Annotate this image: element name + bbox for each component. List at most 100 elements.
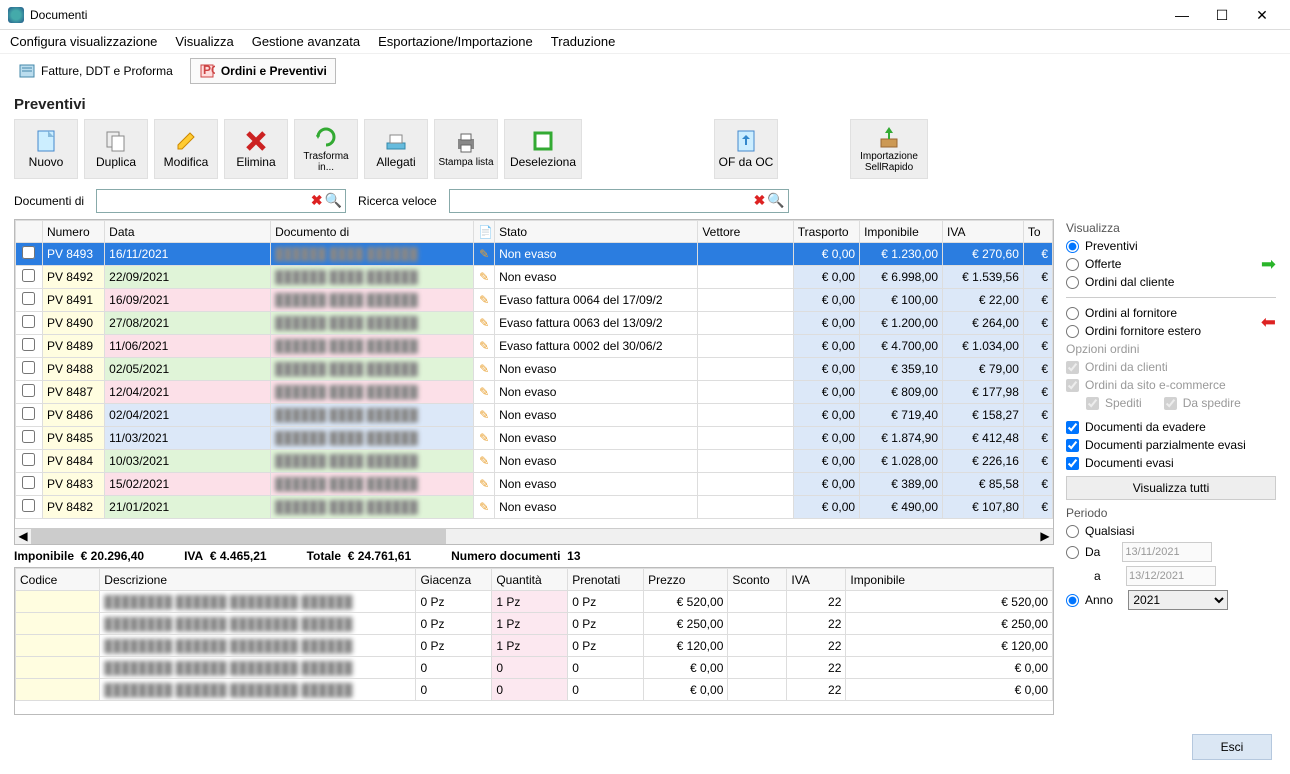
detail-row[interactable]: ████████ ██████ ████████ ██████000€ 0,00… [16,657,1053,679]
table-row[interactable]: PV 849027/08/2021██████ ████ ██████✎Evas… [16,312,1053,335]
allegati-button[interactable]: Allegati [364,119,428,179]
dcol-iva[interactable]: IVA [787,569,846,591]
col-data[interactable]: Data [105,221,271,243]
col-iva[interactable]: IVA [943,221,1024,243]
cell-edit[interactable]: ✎ [474,312,495,335]
search-doc-icon[interactable]: 🔍 [325,192,342,209]
trasforma-button[interactable]: Trasforma in... [294,119,358,179]
table-row[interactable]: PV 848712/04/2021██████ ████ ██████✎Non … [16,381,1053,404]
radio-ordini-cliente[interactable] [1066,276,1079,289]
ricerca-input[interactable] [449,189,789,213]
duplica-button[interactable]: Duplica [84,119,148,179]
detail-row[interactable]: ████████ ██████ ████████ ██████000€ 0,00… [16,679,1053,701]
chk-da-evadere[interactable] [1066,421,1079,434]
col-documento[interactable]: Documento di [271,221,474,243]
chk-evasi[interactable] [1066,457,1079,470]
row-checkbox[interactable] [22,269,35,282]
menu-gestione[interactable]: Gestione avanzata [252,34,360,49]
row-checkbox[interactable] [22,499,35,512]
sellrapido-button[interactable]: Importazione SellRapido [850,119,928,179]
radio-offerte[interactable] [1066,258,1079,271]
col-vettore[interactable]: Vettore [698,221,793,243]
cell-edit[interactable]: ✎ [474,381,495,404]
anno-select[interactable]: 2021 [1128,590,1228,610]
row-checkbox[interactable] [22,246,35,259]
table-row[interactable]: PV 849116/09/2021██████ ████ ██████✎Evas… [16,289,1053,312]
row-checkbox[interactable] [22,315,35,328]
radio-da[interactable] [1066,546,1079,559]
chk-parz-evasi[interactable] [1066,439,1079,452]
visualizza-tutti-button[interactable]: Visualizza tutti [1066,476,1276,500]
cell-edit[interactable]: ✎ [474,450,495,473]
row-checkbox[interactable] [22,338,35,351]
clear-ricerca-icon[interactable]: ✖ [754,192,766,209]
col-totale[interactable]: To [1023,221,1052,243]
col-check[interactable] [16,221,43,243]
dcol-sconto[interactable]: Sconto [728,569,787,591]
esci-button[interactable]: Esci [1192,734,1272,760]
dcol-prenotati[interactable]: Prenotati [568,569,644,591]
doc-di-input[interactable] [96,189,346,213]
cell-edit[interactable]: ✎ [474,404,495,427]
search-ricerca-icon[interactable]: 🔍 [767,192,784,209]
row-checkbox[interactable] [22,453,35,466]
modifica-button[interactable]: Modifica [154,119,218,179]
col-trasporto[interactable]: Trasporto [793,221,859,243]
cell-edit[interactable]: ✎ [474,266,495,289]
row-checkbox[interactable] [22,292,35,305]
maximize-button[interactable]: ☐ [1202,1,1242,29]
radio-ordini-fornitore-estero[interactable] [1066,325,1079,338]
tab-ordini[interactable]: PO Ordini e Preventivi [190,58,336,84]
menu-configura[interactable]: Configura visualizzazione [10,34,157,49]
row-checkbox[interactable] [22,361,35,374]
col-imponibile[interactable]: Imponibile [860,221,943,243]
detail-row[interactable]: ████████ ██████ ████████ ██████0 Pz1 Pz0… [16,613,1053,635]
cell-edit[interactable]: ✎ [474,473,495,496]
grid-hscroll[interactable]: ◀▶ [15,528,1053,544]
cell-edit[interactable]: ✎ [474,427,495,450]
table-row[interactable]: PV 848802/05/2021██████ ████ ██████✎Non … [16,358,1053,381]
stampa-button[interactable]: Stampa lista [434,119,498,179]
menu-visualizza[interactable]: Visualizza [175,34,233,49]
table-row[interactable]: PV 849222/09/2021██████ ████ ██████✎Non … [16,266,1053,289]
cell-edit[interactable]: ✎ [474,496,495,519]
cell-edit[interactable]: ✎ [474,289,495,312]
dcol-imponibile[interactable]: Imponibile [846,569,1053,591]
row-checkbox[interactable] [22,407,35,420]
cell-edit[interactable]: ✎ [474,335,495,358]
dcol-quantita[interactable]: Quantità [492,569,568,591]
table-row[interactable]: PV 848410/03/2021██████ ████ ██████✎Non … [16,450,1053,473]
minimize-button[interactable]: — [1162,1,1202,29]
dcol-prezzo[interactable]: Prezzo [644,569,728,591]
tab-fatture[interactable]: Fatture, DDT e Proforma [10,58,182,84]
cell-edit[interactable]: ✎ [474,243,495,266]
dcol-codice[interactable]: Codice [16,569,100,591]
table-row[interactable]: PV 848221/01/2021██████ ████ ██████✎Non … [16,496,1053,519]
nuovo-button[interactable]: Nuovo [14,119,78,179]
cell-edit[interactable]: ✎ [474,358,495,381]
detail-row[interactable]: ████████ ██████ ████████ ██████0 Pz1 Pz0… [16,591,1053,613]
col-stato[interactable]: Stato [495,221,698,243]
col-edit[interactable]: 📄 [474,221,495,243]
deseleziona-button[interactable]: Deseleziona [504,119,582,179]
detail-row[interactable]: ████████ ██████ ████████ ██████0 Pz1 Pz0… [16,635,1053,657]
dcol-giacenza[interactable]: Giacenza [416,569,492,591]
close-button[interactable]: ✕ [1242,1,1282,29]
dcol-desc[interactable]: Descrizione [100,569,416,591]
radio-anno[interactable] [1066,594,1079,607]
menu-export[interactable]: Esportazione/Importazione [378,34,533,49]
table-row[interactable]: PV 848315/02/2021██████ ████ ██████✎Non … [16,473,1053,496]
table-row[interactable]: PV 849316/11/2021██████ ████ ██████✎Non … [16,243,1053,266]
clear-doc-icon[interactable]: ✖ [311,192,323,209]
radio-qualsiasi[interactable] [1066,525,1079,538]
radio-preventivi[interactable] [1066,240,1079,253]
ofdaoc-button[interactable]: OF da OC [714,119,778,179]
row-checkbox[interactable] [22,476,35,489]
row-checkbox[interactable] [22,430,35,443]
radio-ordini-fornitore[interactable] [1066,307,1079,320]
menu-traduzione[interactable]: Traduzione [551,34,616,49]
detail-grid[interactable]: Codice Descrizione Giacenza Quantità Pre… [14,567,1054,715]
table-row[interactable]: PV 848602/04/2021██████ ████ ██████✎Non … [16,404,1053,427]
row-checkbox[interactable] [22,384,35,397]
col-numero[interactable]: Numero [42,221,104,243]
